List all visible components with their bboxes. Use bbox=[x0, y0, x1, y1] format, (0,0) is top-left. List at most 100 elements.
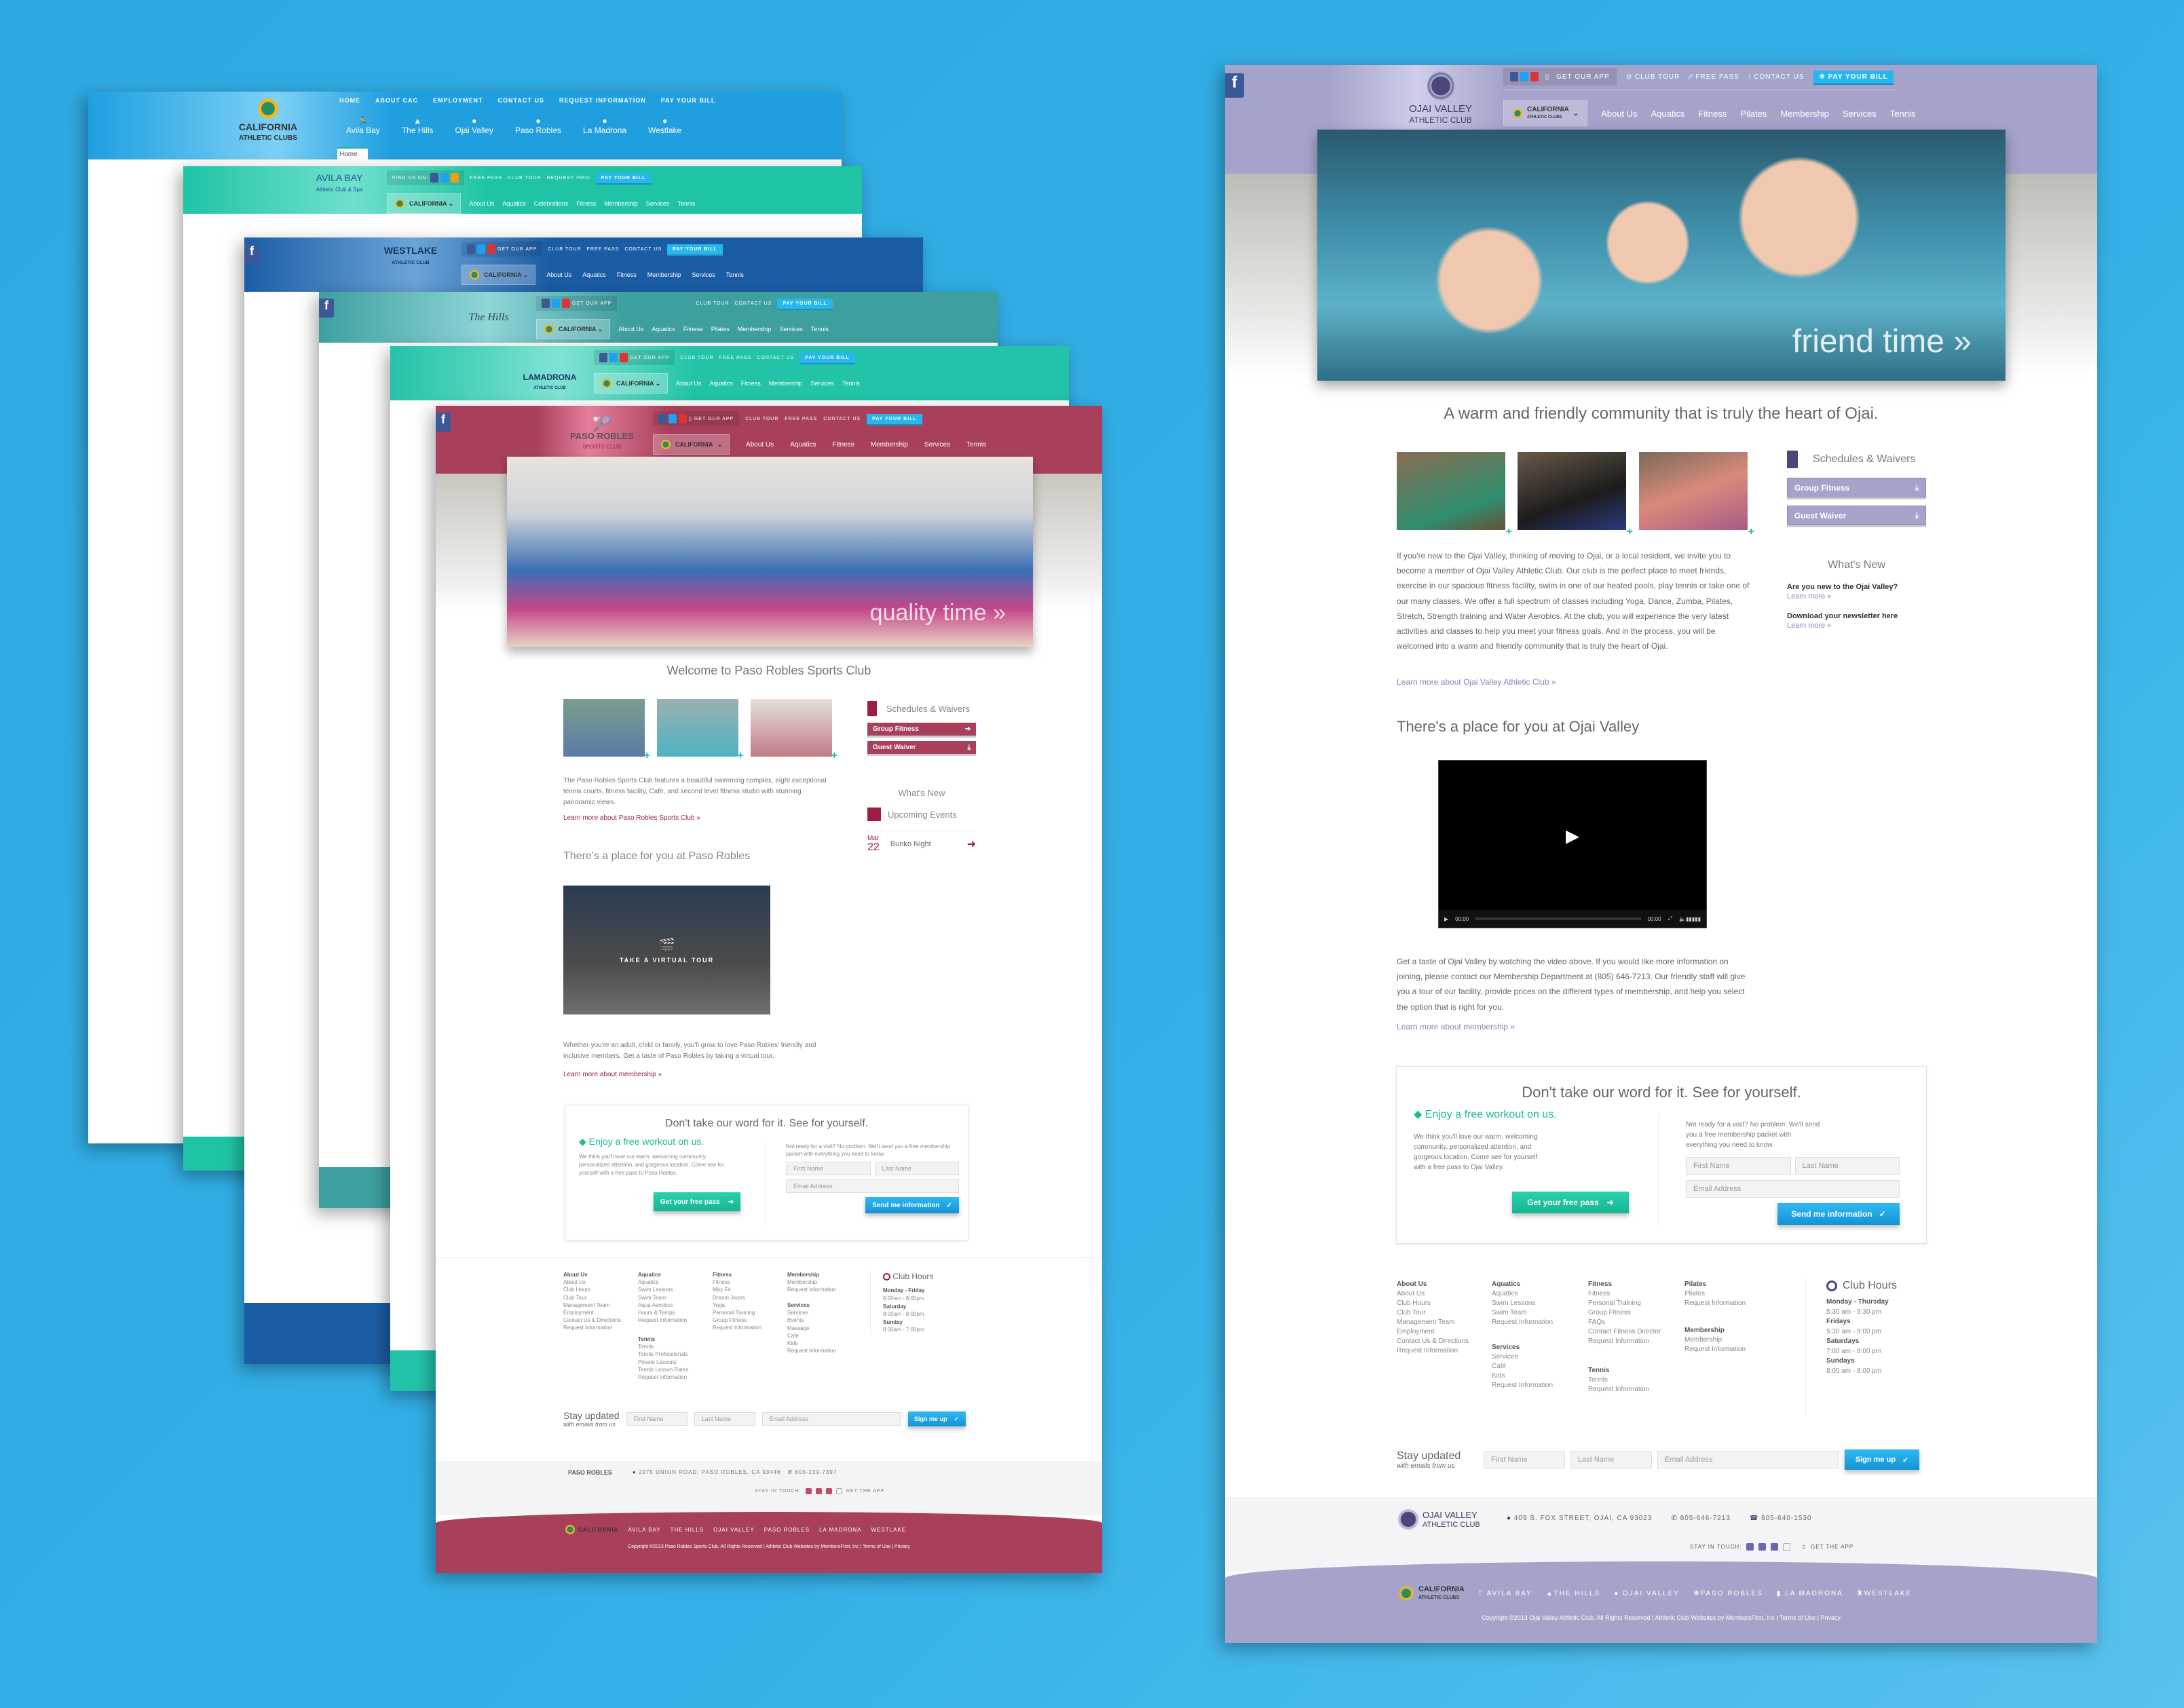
footer-link[interactable]: Personal Training bbox=[713, 1309, 761, 1316]
paso-hero-image[interactable]: quality time » bbox=[507, 457, 1033, 647]
nav-services[interactable]: Services bbox=[810, 380, 834, 387]
nav-services[interactable]: Services bbox=[924, 441, 950, 449]
footer-club-ojai[interactable]: OJAI VALLEY bbox=[713, 1527, 755, 1533]
footer-link[interactable]: Request Information bbox=[787, 1286, 836, 1293]
cac-nav-about[interactable]: ABOUT CAC bbox=[375, 97, 418, 104]
progress-bar[interactable] bbox=[1475, 917, 1641, 920]
free-pass-button[interactable]: Get your free pass ➜ bbox=[654, 1192, 740, 1211]
cac-nav-contact[interactable]: CONTACT US bbox=[498, 97, 544, 104]
nav-aquatics[interactable]: Aquatics bbox=[709, 380, 733, 387]
club-tour-link[interactable]: CLUB TOUR bbox=[696, 301, 729, 306]
event-item[interactable]: Mar 22 Bunko Night ➜ bbox=[867, 831, 976, 853]
nav-fitness[interactable]: Fitness bbox=[576, 200, 596, 207]
footer-col-heading[interactable]: Tennis bbox=[638, 1335, 688, 1343]
virtual-tour-image[interactable]: 🎬 TAKE A VIRTUAL TOUR bbox=[563, 886, 770, 1014]
footer-link[interactable]: Request Information bbox=[638, 1373, 688, 1381]
footer-link[interactable]: Management Team bbox=[563, 1302, 621, 1309]
free-pass-link[interactable]: FREE PASS bbox=[785, 417, 817, 421]
facebook-icon[interactable] bbox=[1510, 72, 1518, 81]
cac-selector[interactable]: CALIFORNIA ⌄ bbox=[536, 319, 611, 339]
footer-link[interactable]: FAQs bbox=[1588, 1318, 1661, 1327]
nav-tennis[interactable]: Tennis bbox=[726, 271, 744, 278]
news-item[interactable]: Download your newsletter here Learn more … bbox=[1787, 611, 1926, 631]
facebook-tab[interactable]: f bbox=[436, 413, 451, 432]
thumb-pilates[interactable]: + bbox=[1518, 452, 1633, 537]
newsletter-first-input[interactable]: First Name bbox=[1484, 1451, 1565, 1468]
newsletter-last-input[interactable]: Last Name bbox=[694, 1412, 755, 1426]
footer-link[interactable]: Club Tour bbox=[563, 1294, 621, 1302]
pay-bill-button[interactable]: PAY YOUR BILL bbox=[595, 172, 652, 183]
footer-link[interactable]: Employment bbox=[563, 1309, 621, 1316]
last-name-input[interactable]: Last Name bbox=[874, 1162, 959, 1176]
footer-link[interactable]: Group Fitness bbox=[713, 1316, 761, 1324]
cac-selector[interactable]: CALIFORNIA ⌄ bbox=[387, 193, 462, 214]
nav-pilates[interactable]: Pilates bbox=[1740, 109, 1767, 119]
club-ojai[interactable]: ● Ojai Valley bbox=[455, 116, 493, 135]
group-fitness-button[interactable]: Group Fitness ➜ bbox=[867, 723, 976, 736]
sign-me-up-button[interactable]: Sign me up ✓ bbox=[1845, 1449, 1919, 1470]
nav-tennis[interactable]: Tennis bbox=[842, 380, 860, 387]
cac-selector[interactable]: CALIFORNIA ⌄ bbox=[462, 265, 536, 285]
email-icon[interactable] bbox=[1783, 1543, 1791, 1551]
contact-link[interactable]: CONTACT US bbox=[624, 247, 662, 252]
newsletter-last-input[interactable]: Last Name bbox=[1570, 1451, 1652, 1468]
paso-intro-link[interactable]: Learn more about Paso Robles Sports Club… bbox=[563, 814, 700, 822]
request-info-link[interactable]: REQUEST INFO bbox=[546, 176, 590, 181]
nav-fitness[interactable]: Fitness bbox=[741, 380, 761, 387]
club-tour-link[interactable]: ⊘ CLUB TOUR bbox=[1626, 73, 1680, 81]
footer-link[interactable]: About Us bbox=[563, 1278, 621, 1286]
nav-about[interactable]: About Us bbox=[618, 326, 643, 333]
footer-link[interactable]: Employment bbox=[1397, 1327, 1469, 1337]
youtube-icon[interactable] bbox=[562, 299, 570, 308]
footer-link[interactable]: Fitness bbox=[1588, 1289, 1661, 1299]
hero-caption[interactable]: friend time » bbox=[1792, 323, 1972, 360]
footer-link[interactable]: Dream Jeans bbox=[713, 1294, 761, 1302]
cac-nav-home[interactable]: HOME bbox=[339, 97, 360, 104]
volume-icon[interactable]: 🔈▮▮▮▮▮ bbox=[1679, 916, 1701, 922]
nav-services[interactable]: Services bbox=[1843, 109, 1877, 119]
club-avila[interactable]: 🏃 Avila Bay bbox=[346, 116, 380, 135]
nav-services[interactable]: Services bbox=[779, 326, 803, 333]
play-button-large[interactable]: ▶ bbox=[1566, 825, 1579, 846]
footer-link[interactable]: About Us bbox=[1397, 1289, 1469, 1299]
footer-col-heading[interactable]: Services bbox=[787, 1302, 836, 1309]
youtube-icon[interactable] bbox=[1530, 72, 1539, 81]
footer-col-heading[interactable]: Membership bbox=[1684, 1326, 1746, 1335]
get-app-link[interactable]: GET OUR APP bbox=[1556, 73, 1610, 81]
thumb-trainer[interactable]: + bbox=[751, 699, 837, 761]
footer-link[interactable]: Request Information bbox=[1397, 1346, 1469, 1356]
nav-fitness[interactable]: Fitness bbox=[617, 271, 637, 278]
email-input[interactable]: Email Address bbox=[786, 1179, 959, 1194]
twitter-icon[interactable] bbox=[477, 244, 485, 254]
contact-link[interactable]: CONTACT US bbox=[757, 356, 794, 360]
footer-link[interactable]: Club Hours bbox=[1397, 1299, 1469, 1308]
dropdown-home[interactable]: Home bbox=[339, 151, 366, 158]
hero-caption[interactable]: quality time » bbox=[870, 600, 1006, 626]
facebook-tab[interactable]: f bbox=[319, 299, 334, 318]
first-name-input[interactable]: First Name bbox=[786, 1162, 871, 1176]
club-westlake[interactable]: ● Westlake bbox=[648, 116, 681, 135]
thumb-tennis[interactable]: + bbox=[563, 699, 650, 761]
pay-bill-button[interactable]: PAY YOUR BILL bbox=[667, 244, 723, 254]
email-input[interactable]: Email Address bbox=[1686, 1180, 1900, 1198]
nav-membership[interactable]: Membership bbox=[871, 441, 908, 449]
video-player[interactable]: ▶ ▶ 00:00 00:00 ⤢ 🔈▮▮▮▮▮ bbox=[1438, 760, 1707, 928]
footer-col-heading[interactable]: Services bbox=[1492, 1343, 1553, 1352]
facebook-icon[interactable] bbox=[430, 173, 439, 183]
footer-link[interactable]: Max Fit bbox=[713, 1286, 761, 1293]
facebook-icon[interactable] bbox=[467, 244, 475, 254]
footer-link[interactable]: Request Information bbox=[1588, 1337, 1661, 1346]
footer-col-heading[interactable]: About Us bbox=[1397, 1280, 1469, 1289]
twitter-icon[interactable] bbox=[815, 1488, 822, 1494]
footer-link[interactable]: Club Tour bbox=[1397, 1308, 1469, 1318]
nav-aquatics[interactable]: Aquatics bbox=[582, 271, 606, 278]
nav-aquatics[interactable]: Aquatics bbox=[790, 441, 816, 449]
nav-services[interactable]: Services bbox=[646, 200, 670, 207]
group-fitness-button[interactable]: Group Fitness ⤓ bbox=[1787, 478, 1926, 497]
footer-link[interactable]: Kids bbox=[1492, 1371, 1553, 1381]
footer-club-avila[interactable]: AVILA BAY bbox=[628, 1527, 660, 1533]
cac-selector[interactable]: CALIFORNIA ATHLETIC CLUBS ⌄ bbox=[1503, 100, 1588, 126]
twitter-icon[interactable] bbox=[552, 299, 560, 308]
nav-membership[interactable]: Membership bbox=[1780, 109, 1829, 119]
footer-link[interactable]: Swim Team bbox=[1492, 1308, 1553, 1318]
